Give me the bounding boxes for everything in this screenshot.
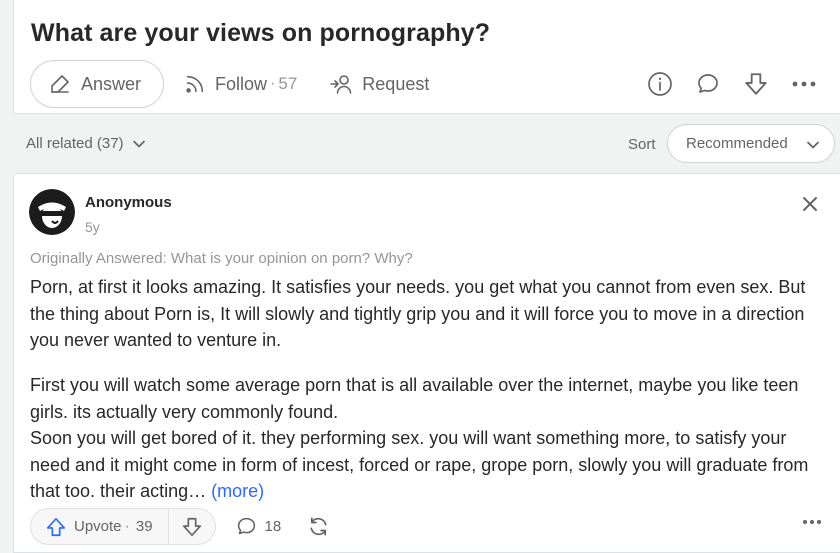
follow-button[interactable]: Follow · 57 — [184, 60, 297, 108]
upvote-arrow-icon — [45, 516, 67, 538]
answer-paragraph: First you will watch some average porn t… — [30, 372, 830, 505]
more-link[interactable]: (more) — [211, 481, 264, 501]
share-refresh-icon — [307, 515, 330, 538]
related-bar: All related (37) Sort Recommended — [26, 124, 840, 164]
upvote-count: 39 — [135, 518, 153, 535]
question-title[interactable]: What are your views on pornography? — [31, 19, 490, 48]
dismiss-button[interactable] — [798, 192, 822, 216]
answer-paragraph: Porn, at first it looks amazing. It sati… — [30, 277, 806, 350]
downvote-button[interactable] — [169, 508, 215, 545]
follow-signal-icon — [184, 73, 206, 95]
all-related-label: All related (37) — [26, 135, 124, 152]
info-button[interactable] — [636, 64, 684, 104]
upvote-separator: · — [124, 517, 130, 535]
upvote-button[interactable]: Upvote · 39 — [31, 508, 169, 545]
answer-text-line: Soon you will get bored of it. they perf… — [30, 428, 809, 501]
question-right-actions — [636, 64, 828, 104]
question-card: What are your views on pornography? Answ… — [13, 0, 840, 114]
sort-select[interactable]: Recommended — [667, 124, 835, 163]
question-more-button[interactable] — [780, 64, 828, 104]
sort-value: Recommended — [686, 135, 788, 152]
request-button[interactable]: Request — [329, 60, 429, 108]
more-dots-icon — [802, 519, 822, 525]
answer-button-label: Answer — [81, 73, 142, 94]
chevron-down-icon — [806, 138, 820, 152]
follow-separator: · — [270, 75, 276, 92]
request-user-icon — [329, 72, 353, 96]
share-button[interactable] — [307, 515, 330, 538]
comment-bubble-icon — [236, 516, 257, 537]
comment-count: 18 — [264, 518, 282, 535]
more-dots-icon — [791, 80, 817, 88]
upvote-label: Upvote — [74, 518, 122, 535]
answer-age[interactable]: 5y — [85, 219, 100, 235]
info-icon — [647, 71, 673, 97]
originally-answered[interactable]: Originally Answered: What is your opinio… — [30, 250, 413, 267]
avatar[interactable] — [29, 189, 75, 235]
comment-question-button[interactable] — [684, 64, 732, 104]
vote-bar: Upvote · 39 18 — [30, 508, 330, 545]
all-related-dropdown[interactable]: All related (37) — [26, 135, 146, 152]
author-name[interactable]: Anonymous — [85, 194, 172, 211]
downvote-arrow-icon — [743, 71, 769, 97]
comment-bubble-icon — [696, 72, 720, 96]
vote-pill: Upvote · 39 — [30, 508, 216, 545]
close-icon — [802, 196, 818, 212]
comments-button[interactable]: 18 — [236, 516, 282, 537]
question-actions: Answer Follow · 57 Request — [30, 60, 429, 108]
follow-count: 57 — [278, 74, 298, 93]
answer-button[interactable]: Answer — [30, 60, 165, 108]
request-label: Request — [362, 73, 430, 94]
follow-label: Follow — [215, 73, 268, 94]
answer-more-button[interactable] — [802, 519, 822, 525]
downvote-question-button[interactable] — [732, 64, 780, 104]
pencil-icon — [48, 72, 72, 96]
sort-label: Sort — [628, 136, 656, 153]
chevron-down-icon — [132, 137, 146, 151]
answer-card: Anonymous 5y Originally Answered: What i… — [13, 173, 840, 553]
downvote-arrow-icon — [181, 516, 203, 538]
answer-text-line: First you will watch some average porn t… — [30, 375, 799, 422]
